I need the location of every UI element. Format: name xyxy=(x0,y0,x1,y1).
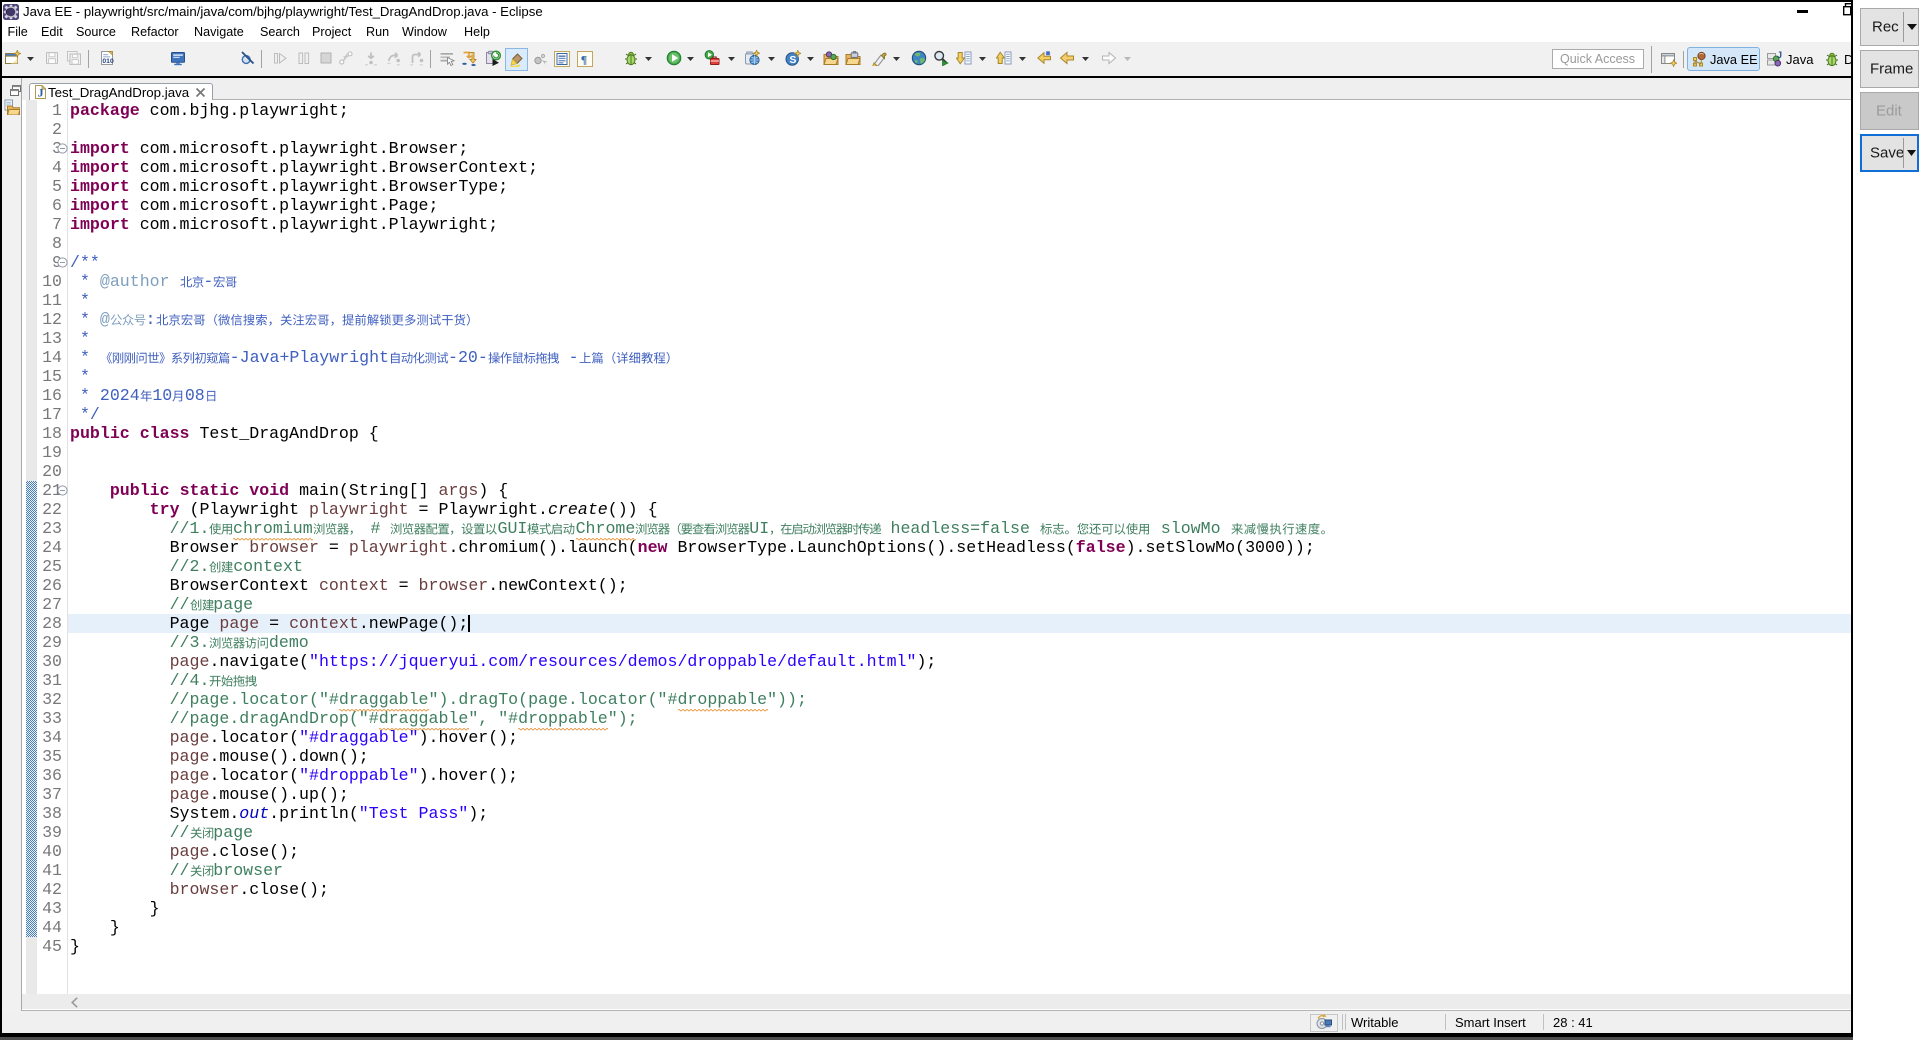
svg-text:J: J xyxy=(38,86,44,100)
svg-text:¶: ¶ xyxy=(581,53,587,67)
svg-text:010: 010 xyxy=(102,58,114,65)
svg-text:S: S xyxy=(789,54,796,66)
svg-text:J: J xyxy=(1777,51,1782,60)
